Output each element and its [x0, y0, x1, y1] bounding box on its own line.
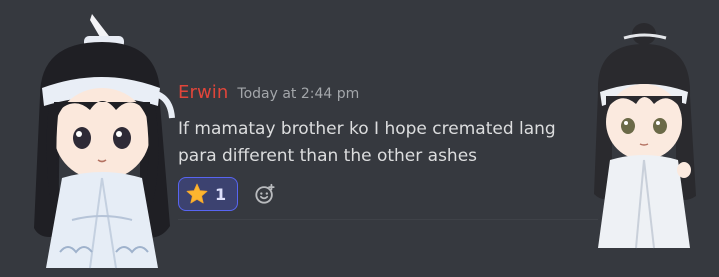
chibi-character-left-sticker [34, 14, 175, 269]
message-content: If mamatay brother ko I hope cremated la… [178, 119, 556, 166]
message-header: Erwin Today at 2:44 pm [178, 82, 608, 108]
message-timestamp[interactable]: Today at 2:44 pm [237, 86, 359, 102]
add-reaction-icon[interactable] [254, 183, 276, 205]
message-divider [178, 219, 598, 220]
chat-area: Erwin Today at 2:44 pm If mamatay brothe… [0, 0, 719, 277]
reaction-star[interactable]: 1 [178, 177, 238, 211]
reaction-count: 1 [215, 184, 227, 204]
message-author-name[interactable]: Erwin [178, 82, 228, 103]
star-emoji-icon [186, 183, 208, 204]
message-reactions: 1 [178, 177, 276, 211]
chat-message: Erwin Today at 2:44 pm If mamatay brothe… [178, 82, 608, 170]
